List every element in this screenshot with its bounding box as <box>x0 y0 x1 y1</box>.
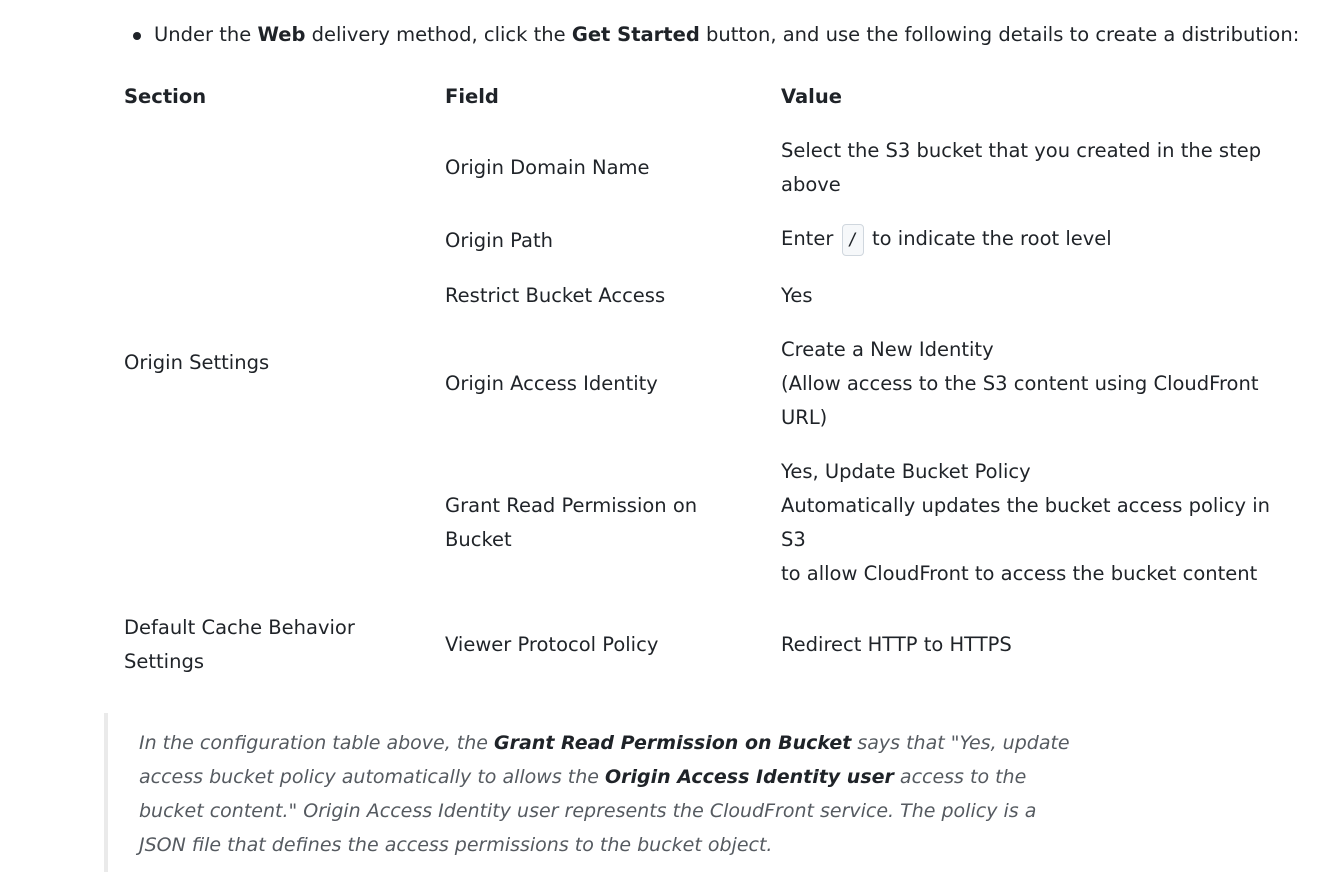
value-origin-domain-name-2: above <box>781 173 841 196</box>
note-b2: Origin Access Identity user <box>604 766 894 788</box>
value-grant-read-permission-1: Yes, Update Bucket Policy <box>781 460 1031 483</box>
value-grant-read-permission-4: to allow CloudFront to access the bucket… <box>781 562 1258 585</box>
field-restrict-bucket-access: Restrict Bucket Access <box>445 284 666 307</box>
value-origin-path-post: to indicate the root level <box>872 227 1112 250</box>
field-viewer-protocol-policy: Viewer Protocol Policy <box>445 633 659 656</box>
field-origin-domain-name: Origin Domain Name <box>445 156 650 179</box>
value-viewer-protocol-policy: Redirect HTTP to HTTPS <box>781 633 1012 656</box>
note-text: In the configuration table above, the Gr… <box>139 726 1079 862</box>
section-origin-settings: Origin Settings <box>124 351 270 374</box>
field-grant-read-permission-1: Grant Read Permission on <box>445 494 698 517</box>
value-origin-access-identity-3: URL) <box>781 406 828 429</box>
section-default-cache-2: Settings <box>124 650 204 673</box>
field-origin-path: Origin Path <box>445 229 553 252</box>
value-origin-path-pre: Enter <box>781 227 834 250</box>
value-origin-path: Enter / to indicate the root level <box>781 222 1112 256</box>
value-origin-access-identity-2: (Allow access to the S3 content using Cl… <box>781 372 1259 395</box>
header-value: Value <box>781 85 842 108</box>
value-grant-read-permission-2: Automatically updates the bucket access … <box>781 494 1270 517</box>
field-origin-access-identity: Origin Access Identity <box>445 372 658 395</box>
intro-prefix: Under the <box>154 23 258 46</box>
intro-bullet: Under the Web delivery method, click the… <box>133 18 1300 52</box>
intro-middle: delivery method, click the <box>305 23 572 46</box>
intro-suffix: button, and use the following details to… <box>699 23 1300 46</box>
header-field: Field <box>445 85 499 108</box>
bullet-dot-icon <box>133 32 141 40</box>
value-origin-access-identity-1: Create a New Identity <box>781 338 994 361</box>
field-grant-read-permission-2: Bucket <box>445 528 512 551</box>
note-blockquote: In the configuration table above, the Gr… <box>104 713 1088 872</box>
intro-button-name: Get Started <box>571 23 700 46</box>
value-restrict-bucket-access: Yes <box>781 284 813 307</box>
value-origin-domain-name-1: Select the S3 bucket that you created in… <box>781 139 1262 162</box>
note-t1: In the configuration table above, the <box>139 732 495 754</box>
section-default-cache-1: Default Cache Behavior <box>124 616 355 639</box>
intro-method: Web <box>257 23 306 46</box>
value-grant-read-permission-3: S3 <box>781 528 806 551</box>
note-b1: Grant Read Permission on Bucket <box>494 732 852 754</box>
code-root-slash: / <box>841 223 864 256</box>
header-section: Section <box>124 85 207 108</box>
